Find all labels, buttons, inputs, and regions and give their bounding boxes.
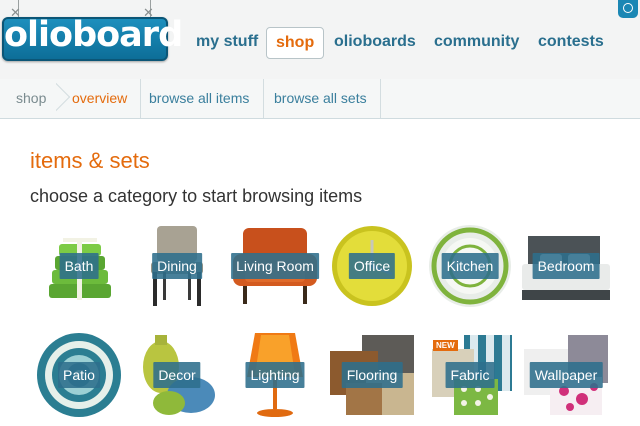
- category-label: Wallpaper: [529, 362, 603, 388]
- category-tile-kitchen[interactable]: Kitchen: [424, 224, 516, 308]
- nav-my-stuff[interactable]: my stuff: [196, 33, 258, 51]
- category-tile-decor[interactable]: Decor: [131, 333, 223, 417]
- category-tile-wallpaper[interactable]: Wallpaper: [520, 333, 612, 417]
- category-label: Lighting: [245, 362, 305, 388]
- category-label: Decor: [153, 362, 201, 388]
- nav-community[interactable]: community: [434, 33, 519, 51]
- category-label: Living Room: [231, 253, 319, 279]
- crumb-divider: [380, 79, 381, 118]
- category-label: Office: [348, 253, 396, 279]
- site-header: ✕ ✕ olioboard my stuff shop olioboards c…: [0, 0, 640, 80]
- category-label: Kitchen: [441, 253, 499, 279]
- crumb-browse-all-sets[interactable]: browse all sets: [274, 79, 367, 118]
- page-title: items & sets: [30, 148, 150, 173]
- page-subtitle: choose a category to start browsing item…: [30, 186, 363, 206]
- category-label: Flooring: [341, 362, 403, 388]
- crumb-divider: [263, 79, 264, 118]
- logo-text: olioboard: [4, 15, 183, 55]
- nav-contests[interactable]: contests: [538, 33, 604, 51]
- circle-icon: [623, 3, 633, 13]
- category-label: Dining: [152, 253, 202, 279]
- category-tile-living-room[interactable]: Living Room: [229, 224, 321, 308]
- crumb-browse-all-items[interactable]: browse all items: [149, 79, 249, 118]
- nav-olioboards[interactable]: olioboards: [334, 33, 416, 51]
- nav-shop[interactable]: shop: [266, 27, 325, 59]
- breadcrumb: shop overview browse all items browse al…: [0, 79, 640, 119]
- category-label: Fabric: [445, 362, 495, 388]
- crumb-shop[interactable]: shop: [16, 79, 46, 118]
- category-tile-flooring[interactable]: Flooring: [326, 333, 418, 417]
- category-tile-office[interactable]: Office: [326, 224, 418, 308]
- category-tile-dining[interactable]: Dining: [131, 224, 223, 308]
- site-logo[interactable]: olioboard: [2, 15, 183, 61]
- category-tile-bedroom[interactable]: Bedroom: [520, 224, 612, 308]
- crumb-divider: [140, 79, 141, 118]
- category-tile-lighting[interactable]: Lighting: [229, 333, 321, 417]
- account-button[interactable]: [618, 0, 638, 18]
- crumb-overview[interactable]: overview: [72, 79, 127, 118]
- category-tile-patio[interactable]: Patio: [33, 333, 125, 417]
- category-label: Bath: [59, 253, 99, 279]
- new-badge: NEW: [433, 340, 458, 351]
- category-label: Bedroom: [532, 253, 600, 279]
- category-tile-bath[interactable]: Bath: [33, 224, 125, 308]
- category-label: Patio: [58, 362, 100, 388]
